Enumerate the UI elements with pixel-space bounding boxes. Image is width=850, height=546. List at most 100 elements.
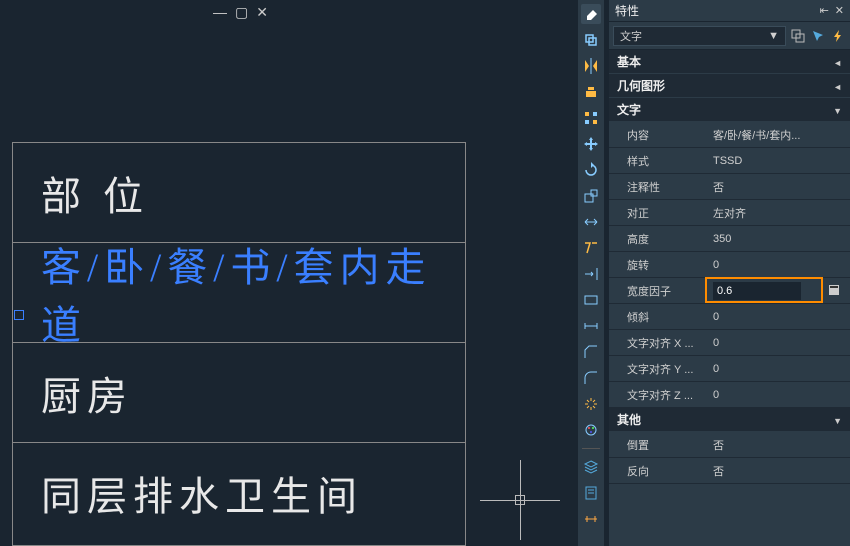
panel-pin-icon[interactable]: ⇤ — [820, 4, 829, 17]
prop-row-align-z[interactable]: 文字对齐 Z ... 0 — [609, 382, 850, 408]
text-entity-selected[interactable]: 客/卧/餐/书/套内走道 — [41, 235, 465, 351]
table-row[interactable]: 厨房 — [13, 343, 465, 443]
prop-value-editing[interactable] — [709, 282, 850, 300]
prop-value[interactable]: 否 — [709, 437, 850, 453]
array-tool-icon[interactable] — [581, 108, 601, 128]
lightning-icon[interactable] — [830, 28, 846, 44]
fillet-tool-icon[interactable] — [581, 368, 601, 388]
prop-row-content[interactable]: 内容 客/卧/餐/书/套内... — [609, 122, 850, 148]
quick-select-icon[interactable] — [790, 28, 806, 44]
text-properties-grid: 内容 客/卧/餐/书/套内... 样式 TSSD 注释性 否 对正 左对齐 高度… — [609, 122, 850, 408]
vertical-toolbar — [578, 0, 604, 546]
prop-row-align-x[interactable]: 文字对齐 X ... 0 — [609, 330, 850, 356]
prop-label: 倒置 — [609, 437, 709, 453]
text-entity[interactable]: 部 位 — [41, 164, 149, 222]
selection-type-dropdown[interactable]: 文字 ▼ — [613, 26, 786, 46]
section-label: 文字 — [617, 101, 641, 118]
explode-tool-icon[interactable] — [581, 394, 601, 414]
expand-arrow-icon — [833, 103, 842, 117]
section-basic[interactable]: 基本 — [609, 50, 850, 74]
collapse-arrow-icon — [833, 79, 842, 93]
selection-row: 文字 ▼ — [609, 22, 850, 50]
layer-tool-icon[interactable] — [581, 457, 601, 477]
toolbar-separator — [582, 448, 600, 449]
section-other[interactable]: 其他 — [609, 408, 850, 432]
eraser-tool-icon[interactable] — [581, 4, 601, 24]
prop-value[interactable]: TSSD — [709, 155, 850, 167]
prop-label: 宽度因子 — [609, 283, 709, 299]
scale-tool-icon[interactable] — [581, 186, 601, 206]
break-tool-icon[interactable] — [581, 290, 601, 310]
selection-grip[interactable] — [14, 310, 24, 320]
prop-label: 倾斜 — [609, 309, 709, 325]
pick-add-icon[interactable] — [810, 28, 826, 44]
properties-tool-icon[interactable] — [581, 483, 601, 503]
window-controls: — ▢ ✕ — [213, 4, 268, 21]
cursor-pickbox — [515, 495, 525, 505]
restore-button[interactable]: ▢ — [235, 4, 248, 21]
offset-tool-icon[interactable] — [581, 82, 601, 102]
selection-type-label: 文字 — [620, 28, 642, 44]
stretch-tool-icon[interactable] — [581, 212, 601, 232]
text-entity[interactable]: 厨房 — [41, 364, 133, 422]
prop-value[interactable]: 否 — [709, 179, 850, 195]
prop-row-justify[interactable]: 对正 左对齐 — [609, 200, 850, 226]
prop-value[interactable]: 0 — [709, 311, 850, 323]
prop-row-backwards[interactable]: 反向 否 — [609, 458, 850, 484]
prop-row-align-y[interactable]: 文字对齐 Y ... 0 — [609, 356, 850, 382]
panel-close-icon[interactable]: ✕ — [835, 4, 844, 17]
chamfer-tool-icon[interactable] — [581, 342, 601, 362]
calculator-icon[interactable] — [828, 284, 842, 298]
prop-value[interactable]: 左对齐 — [709, 205, 850, 221]
move-tool-icon[interactable] — [581, 134, 601, 154]
table-row[interactable]: 同层排水卫生间 — [13, 443, 465, 543]
prop-value[interactable]: 0 — [709, 363, 850, 375]
section-geometry[interactable]: 几何图形 — [609, 74, 850, 98]
section-label: 其他 — [617, 411, 641, 428]
prop-value[interactable]: 客/卧/餐/书/套内... — [709, 127, 850, 143]
prop-label: 对正 — [609, 205, 709, 221]
expand-arrow-icon — [833, 413, 842, 427]
prop-value[interactable]: 否 — [709, 463, 850, 479]
prop-label: 反向 — [609, 463, 709, 479]
width-factor-input[interactable] — [713, 282, 801, 300]
prop-value[interactable]: 0 — [709, 337, 850, 349]
prop-row-upside[interactable]: 倒置 否 — [609, 432, 850, 458]
drawing-table: 部 位 客/卧/餐/书/套内走道 厨房 同层排水卫生间 — [12, 142, 466, 546]
minimize-button[interactable]: — — [213, 4, 227, 21]
prop-label: 样式 — [609, 153, 709, 169]
section-text[interactable]: 文字 — [609, 98, 850, 122]
table-row[interactable]: 部 位 — [13, 143, 465, 243]
prop-label: 文字对齐 Y ... — [609, 361, 709, 377]
prop-value[interactable]: 0 — [709, 389, 850, 401]
other-properties-grid: 倒置 否 反向 否 — [609, 432, 850, 484]
paint-tool-icon[interactable] — [581, 420, 601, 440]
cursor-crosshair — [480, 460, 560, 540]
dimension-tool-icon[interactable] — [581, 509, 601, 529]
collapse-arrow-icon — [833, 55, 842, 69]
join-tool-icon[interactable] — [581, 316, 601, 336]
prop-row-style[interactable]: 样式 TSSD — [609, 148, 850, 174]
prop-value[interactable]: 0 — [709, 259, 850, 271]
text-entity[interactable]: 同层排水卫生间 — [41, 464, 363, 522]
prop-row-height[interactable]: 高度 350 — [609, 226, 850, 252]
prop-value[interactable]: 350 — [709, 233, 850, 245]
trim-tool-icon[interactable] — [581, 238, 601, 258]
prop-label: 注释性 — [609, 179, 709, 195]
prop-row-oblique[interactable]: 倾斜 0 — [609, 304, 850, 330]
drawing-canvas[interactable]: — ▢ ✕ 部 位 客/卧/餐/书/套内走道 厨房 同层排水卫生间 — [0, 0, 560, 546]
mirror-tool-icon[interactable] — [581, 56, 601, 76]
prop-row-width-factor[interactable]: 宽度因子 — [609, 278, 850, 304]
copy-tool-icon[interactable] — [581, 30, 601, 50]
prop-label: 旋转 — [609, 257, 709, 273]
prop-label: 内容 — [609, 127, 709, 143]
close-button[interactable]: ✕ — [256, 4, 268, 21]
extend-tool-icon[interactable] — [581, 264, 601, 284]
dropdown-caret-icon: ▼ — [768, 30, 779, 42]
prop-row-annotative[interactable]: 注释性 否 — [609, 174, 850, 200]
panel-header: 特性 ⇤ ✕ — [609, 0, 850, 22]
rotate-tool-icon[interactable] — [581, 160, 601, 180]
table-row[interactable]: 客/卧/餐/书/套内走道 — [13, 243, 465, 343]
section-label: 基本 — [617, 53, 641, 70]
prop-row-rotation[interactable]: 旋转 0 — [609, 252, 850, 278]
